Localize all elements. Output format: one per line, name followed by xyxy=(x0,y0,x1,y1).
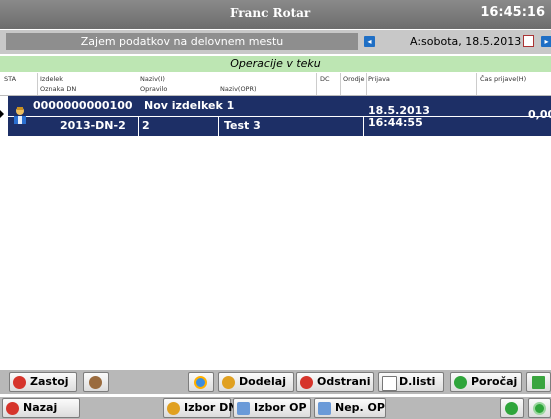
col-cas-prijave: Čas prijave(H) xyxy=(480,75,527,83)
dlisti-button[interactable]: D.listi xyxy=(378,372,444,392)
tools-icon xyxy=(89,376,102,389)
info-bar: Zajem podatkov na delovnem mestu ◂ A:sob… xyxy=(0,30,551,54)
odstrani-icon xyxy=(300,376,313,389)
zastoj-label: Zastoj xyxy=(30,375,69,388)
cell-prijava-time: 16:44:55 xyxy=(368,116,423,129)
cell-naziv-opr: Test 3 xyxy=(224,119,261,132)
toolbar-top: Zastoj Dodelaj Odstrani D.listi Poročaj xyxy=(0,370,551,394)
workplace-caption: Zajem podatkov na delovnem mestu xyxy=(6,33,358,50)
izbor-op-button[interactable]: Izbor OP xyxy=(233,398,311,418)
izbor-dn-icon xyxy=(167,402,180,415)
confirm-button[interactable] xyxy=(500,398,524,418)
col-izdelek: Izdelek xyxy=(40,75,64,83)
list-check-button[interactable] xyxy=(526,372,551,392)
dodelaj-icon xyxy=(222,376,235,389)
cell-opravilo: 2 xyxy=(142,119,150,132)
dlisti-icon xyxy=(382,376,397,391)
col-prijava: Prijava xyxy=(368,75,390,83)
zastoj-button[interactable]: Zastoj xyxy=(9,372,77,392)
dodelaj-label: Dodelaj xyxy=(239,375,286,388)
dlisti-label: D.listi xyxy=(399,375,436,388)
odstrani-label: Odstrani xyxy=(317,375,371,388)
back-arrow-icon xyxy=(6,402,19,415)
nep-op-icon xyxy=(318,402,331,415)
worker-icon xyxy=(14,107,26,124)
nep-op-button[interactable]: Nep. OP xyxy=(314,398,386,418)
nazaj-label: Nazaj xyxy=(23,401,58,414)
cell-izdelek: 0000000000100 xyxy=(33,99,133,112)
clock: 16:45:16 xyxy=(480,5,545,20)
col-naziv-i: Naziv(I) xyxy=(140,75,165,83)
table-row[interactable]: 0000000000100 Nov izdelkek 1 2013-DN-2 2… xyxy=(8,96,551,136)
refresh-button[interactable] xyxy=(188,372,214,392)
title-bar: Franc Rotar 16:45:16 xyxy=(0,0,551,29)
izbor-op-label: Izbor OP xyxy=(254,401,307,414)
next-date-icon[interactable]: ▸ xyxy=(541,36,551,47)
cell-naziv-i: Nov izdelkek 1 xyxy=(144,99,235,112)
col-orodje: Orodje xyxy=(343,75,365,83)
dodelaj-button[interactable]: Dodelaj xyxy=(218,372,294,392)
porocaj-button[interactable]: Poročaj xyxy=(450,372,522,392)
porocaj-label: Poročaj xyxy=(471,375,518,388)
cell-cas-prijave: 0,00 xyxy=(528,108,551,121)
confirm-icon xyxy=(505,402,518,415)
col-oznaka-dn: Oznaka DN xyxy=(40,85,77,93)
section-title: Operacije v teku xyxy=(0,56,551,72)
tools-button[interactable] xyxy=(83,372,109,392)
nep-op-label: Nep. OP xyxy=(335,401,385,414)
cell-oznaka-dn: 2013-DN-2 xyxy=(60,119,126,132)
toolbar-bottom: Nazaj Izbor DN Izbor OP Nep. OP xyxy=(0,397,551,419)
col-dc: DC xyxy=(320,75,330,83)
porocaj-icon xyxy=(454,376,467,389)
row-marker-icon xyxy=(0,110,4,118)
calendar-icon[interactable] xyxy=(523,35,534,47)
izbor-dn-label: Izbor DN xyxy=(184,401,238,414)
user-name: Franc Rotar xyxy=(230,6,311,20)
reload-button[interactable] xyxy=(528,398,551,418)
date-label: A:sobota, 18.5.2013 xyxy=(410,35,522,48)
refresh-icon xyxy=(194,376,207,389)
izbor-op-icon xyxy=(237,402,250,415)
table-header: STA Izdelek Naziv(I) DC Orodje Prijava Č… xyxy=(0,73,551,96)
col-sta: STA xyxy=(4,75,17,83)
izbor-dn-button[interactable]: Izbor DN xyxy=(163,398,238,418)
odstrani-button[interactable]: Odstrani xyxy=(296,372,374,392)
col-naziv-opr: Naziv(OPR) xyxy=(220,85,257,93)
reload-icon xyxy=(532,402,546,415)
col-opravilo: Opravilo xyxy=(140,85,168,93)
zastoj-icon xyxy=(13,376,26,389)
list-check-icon xyxy=(531,376,545,389)
first-date-icon[interactable]: ◂ xyxy=(364,36,375,47)
nazaj-button[interactable]: Nazaj xyxy=(2,398,80,418)
